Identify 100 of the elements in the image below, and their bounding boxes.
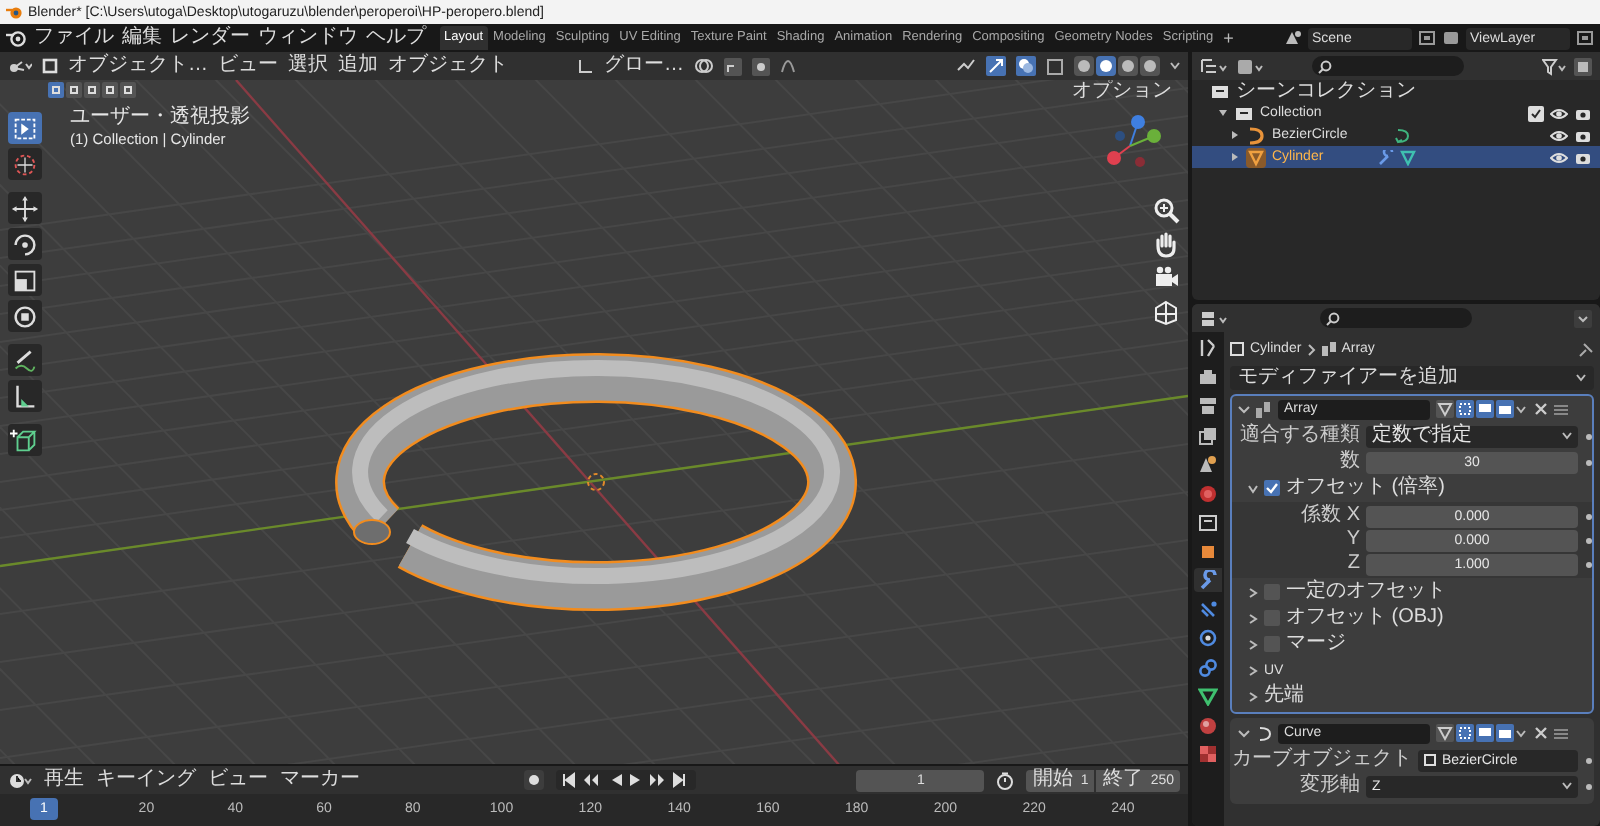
close-icon[interactable] xyxy=(1534,726,1548,740)
cursor-tool[interactable] xyxy=(8,148,42,180)
close-icon[interactable] xyxy=(1534,402,1548,416)
camera-icon[interactable] xyxy=(1152,264,1180,292)
dropdown-field[interactable]: 定数で指定 xyxy=(1366,425,1578,447)
menu-item[interactable]: ウィンドウ xyxy=(258,28,358,48)
camera-back-tab[interactable] xyxy=(1194,365,1222,389)
subpanel-title[interactable]: 一定のオフセット xyxy=(1286,582,1446,602)
sphere-tab[interactable] xyxy=(1194,713,1222,737)
gizmo-toggle-icon[interactable] xyxy=(986,56,1006,76)
menu-item[interactable]: ビュー xyxy=(208,770,268,790)
subpanel-title[interactable]: マージ xyxy=(1286,634,1346,654)
scene-icon[interactable] xyxy=(1284,30,1302,46)
zoom-icon[interactable] xyxy=(1152,196,1180,224)
cone-sphere-tab[interactable] xyxy=(1194,452,1222,476)
cage-toggle-icon[interactable] xyxy=(1456,400,1474,418)
eye-icon[interactable] xyxy=(1550,149,1568,165)
pivot-icon[interactable] xyxy=(694,58,714,74)
camera-icon[interactable] xyxy=(1496,724,1514,742)
blender-logo-icon[interactable] xyxy=(6,28,26,48)
triangle-tab[interactable] xyxy=(1194,684,1222,708)
drag-handle-icon[interactable] xyxy=(1554,403,1568,415)
camera-icon[interactable] xyxy=(1574,127,1592,143)
disclosure-icon[interactable] xyxy=(1218,108,1228,118)
image-icon[interactable] xyxy=(1418,30,1436,46)
orientation-dropdown[interactable]: グロー… xyxy=(604,56,684,76)
eye-icon[interactable] xyxy=(1550,105,1568,121)
editor-type-icon[interactable] xyxy=(8,58,32,74)
edit-mode-toggle-icon[interactable] xyxy=(1436,724,1454,742)
overlay-toggle-icon[interactable] xyxy=(1016,56,1036,76)
cage-toggle-icon[interactable] xyxy=(1456,724,1474,742)
drag-handle-icon[interactable] xyxy=(1554,727,1568,739)
menu-item[interactable]: レンダー xyxy=(170,28,250,48)
disclosure-icon[interactable] xyxy=(1230,130,1240,140)
box-tab[interactable] xyxy=(1194,510,1222,534)
display-mode-icon[interactable] xyxy=(1236,57,1264,75)
search-field[interactable] xyxy=(1320,308,1472,328)
new-collection-icon[interactable] xyxy=(1574,57,1592,75)
mode-dropdown[interactable]: オブジェクト… xyxy=(68,56,208,76)
link-tab[interactable] xyxy=(1194,655,1222,679)
chevron-right-icon[interactable] xyxy=(1248,613,1258,623)
subpanel-title[interactable]: オフセット (倍率) xyxy=(1286,478,1445,498)
select-mode-button[interactable] xyxy=(66,82,82,98)
editor-type-icon[interactable] xyxy=(1200,57,1228,75)
menu-item[interactable]: 追加 xyxy=(338,56,378,76)
eye-icon[interactable] xyxy=(1550,127,1568,143)
chevron-right-icon[interactable] xyxy=(1248,665,1258,675)
chevron-right-icon[interactable] xyxy=(1248,691,1258,701)
checker-tab[interactable] xyxy=(1194,742,1222,766)
subpanel-title[interactable]: 先端 xyxy=(1264,686,1304,706)
rotate-tool[interactable] xyxy=(8,228,42,260)
shading-mode-button[interactable] xyxy=(1096,56,1116,76)
hand-icon[interactable] xyxy=(1152,230,1180,258)
subpanel-title[interactable]: オフセット (OBJ) xyxy=(1286,608,1444,628)
orientation-icon[interactable] xyxy=(578,58,594,74)
wrench-tab[interactable] xyxy=(1194,568,1222,592)
menu-item[interactable]: オブジェクト xyxy=(388,56,508,76)
camera-icon[interactable] xyxy=(1574,149,1592,165)
record-button[interactable] xyxy=(524,770,544,790)
menu-item[interactable]: 再生 xyxy=(44,770,84,790)
proportional-icon[interactable] xyxy=(752,57,770,75)
monitor-icon[interactable] xyxy=(1476,400,1494,418)
chevron-right-icon[interactable] xyxy=(1248,587,1258,597)
menu-item[interactable]: ビュー xyxy=(218,56,278,76)
menu-item[interactable]: マーカー xyxy=(280,770,360,790)
shading-mode-button[interactable] xyxy=(1118,56,1138,76)
pin-icon[interactable] xyxy=(1578,341,1594,357)
select-box-tool[interactable] xyxy=(8,112,42,144)
add-workspace-button[interactable]: + xyxy=(1219,29,1238,47)
add-cube-tool[interactable] xyxy=(8,424,42,456)
disclosure-icon[interactable] xyxy=(1230,152,1240,162)
measure-tool[interactable] xyxy=(8,380,42,412)
scale-tool[interactable] xyxy=(8,264,42,296)
editor-type-icon[interactable] xyxy=(1200,309,1228,327)
clock-icon[interactable] xyxy=(8,771,32,789)
menu-item[interactable]: キーイング xyxy=(96,770,196,790)
select-mode-button[interactable] xyxy=(102,82,118,98)
camera-icon[interactable] xyxy=(1496,400,1514,418)
menu-item[interactable]: 選択 xyxy=(288,56,328,76)
shading-mode-button[interactable] xyxy=(1074,56,1094,76)
chevron-down-icon[interactable] xyxy=(1248,483,1258,493)
stopwatch-icon[interactable] xyxy=(996,771,1015,789)
playback-controls-icon[interactable] xyxy=(556,770,696,790)
image-stack-tab[interactable] xyxy=(1194,423,1222,447)
shading-mode-button[interactable] xyxy=(1140,56,1160,76)
globe-tab[interactable] xyxy=(1194,481,1222,505)
chevron-icon[interactable] xyxy=(1238,405,1250,413)
checkbox[interactable] xyxy=(1264,480,1280,496)
search-field[interactable] xyxy=(1312,56,1464,76)
menu-item[interactable]: ファイル xyxy=(34,28,114,48)
snap-icon[interactable] xyxy=(724,57,742,75)
xray-icon[interactable] xyxy=(1046,57,1064,75)
select-mode-button[interactable] xyxy=(120,82,136,98)
select-mode-button[interactable] xyxy=(48,82,64,98)
grid-icon[interactable] xyxy=(1152,298,1180,326)
edit-mode-toggle-icon[interactable] xyxy=(1436,400,1454,418)
annotate-tool[interactable] xyxy=(8,344,42,376)
checkbox-icon[interactable] xyxy=(1528,105,1544,121)
printer-tab[interactable] xyxy=(1194,394,1222,418)
transform-tool[interactable] xyxy=(8,300,42,332)
